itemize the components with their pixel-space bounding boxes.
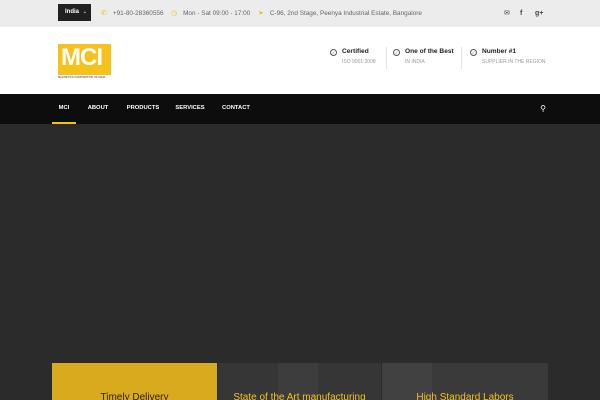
location-arrow-icon: ➤ — [258, 10, 264, 17]
check-circle-icon: ✓ — [470, 49, 477, 56]
badge-divider — [461, 47, 462, 69]
badge-subtitle: ISO 9001:2008 — [342, 59, 376, 65]
country-label: India — [65, 9, 80, 15]
feature-title: High Standard Labors — [416, 392, 514, 400]
phone-number: +91-80-28360556 — [112, 10, 164, 17]
envelope-icon[interactable]: ✉ — [504, 0, 510, 27]
hero-slider — [0, 124, 600, 400]
phone-info: ✆ +91-80-28360556 — [101, 0, 164, 27]
badge-subtitle: SUPPLIER IN THE REGION — [482, 59, 546, 65]
address-text: C-96, 2nd Stage, Peenya Industrial Estat… — [269, 10, 422, 17]
logo[interactable]: MCI MAGNETICS CORPORATION OF INDIA — [58, 44, 111, 79]
feature-timely-delivery[interactable]: Timely Delivery — [52, 363, 217, 400]
logo-text: MCI — [61, 44, 103, 71]
check-circle-icon: ✓ — [393, 49, 400, 56]
feature-manufacturing[interactable]: State of the Art manufacturing — [218, 363, 381, 400]
site-header: MCI MAGNETICS CORPORATION OF INDIA ✓ Cer… — [0, 27, 600, 94]
top-bar: India ⌄ ✆ +91-80-28360556 ◷ Mon - Sat 09:0… — [0, 0, 600, 27]
chevron-down-icon: ⌄ — [82, 9, 87, 15]
badge-title: Certified — [342, 48, 369, 55]
badge-subtitle: IN INDIA — [405, 59, 425, 65]
feature-title: Timely Delivery — [100, 392, 169, 400]
check-circle-icon: ✓ — [330, 49, 337, 56]
feature-high-standard-labors[interactable]: High Standard Labors — [382, 363, 548, 400]
phone-icon: ✆ — [101, 10, 107, 17]
main-nav: MCI ABOUT PRODUCTS SERVICES CONTACT ⚲ — [0, 94, 600, 124]
address-info: ➤ C-96, 2nd Stage, Peenya Industrial Esta… — [258, 0, 422, 27]
feature-title: State of the Art manufacturing — [233, 392, 366, 400]
badge-title: One of the Best — [405, 48, 454, 55]
logo-subtitle: MAGNETICS CORPORATION OF INDIA — [58, 76, 106, 79]
google-plus-icon[interactable]: g+ — [535, 0, 543, 27]
nav-item-contact[interactable]: CONTACT — [219, 94, 253, 124]
hours-info: ◷ Mon - Sat 09:00 - 17:00 — [171, 0, 250, 27]
search-icon[interactable]: ⚲ — [540, 94, 546, 124]
nav-item-products[interactable]: PRODUCTS — [124, 94, 162, 124]
nav-item-services[interactable]: SERVICES — [173, 94, 207, 124]
badge-divider — [386, 47, 387, 69]
opening-hours: Mon - Sat 09:00 - 17:00 — [183, 10, 251, 17]
country-selector[interactable]: India ⌄ — [58, 4, 91, 21]
facebook-icon[interactable]: f — [520, 0, 522, 27]
clock-icon: ◷ — [171, 10, 178, 17]
badge-title: Number #1 — [482, 48, 517, 55]
nav-item-mci[interactable]: MCI — [52, 94, 76, 124]
nav-item-about[interactable]: ABOUT — [84, 94, 112, 124]
